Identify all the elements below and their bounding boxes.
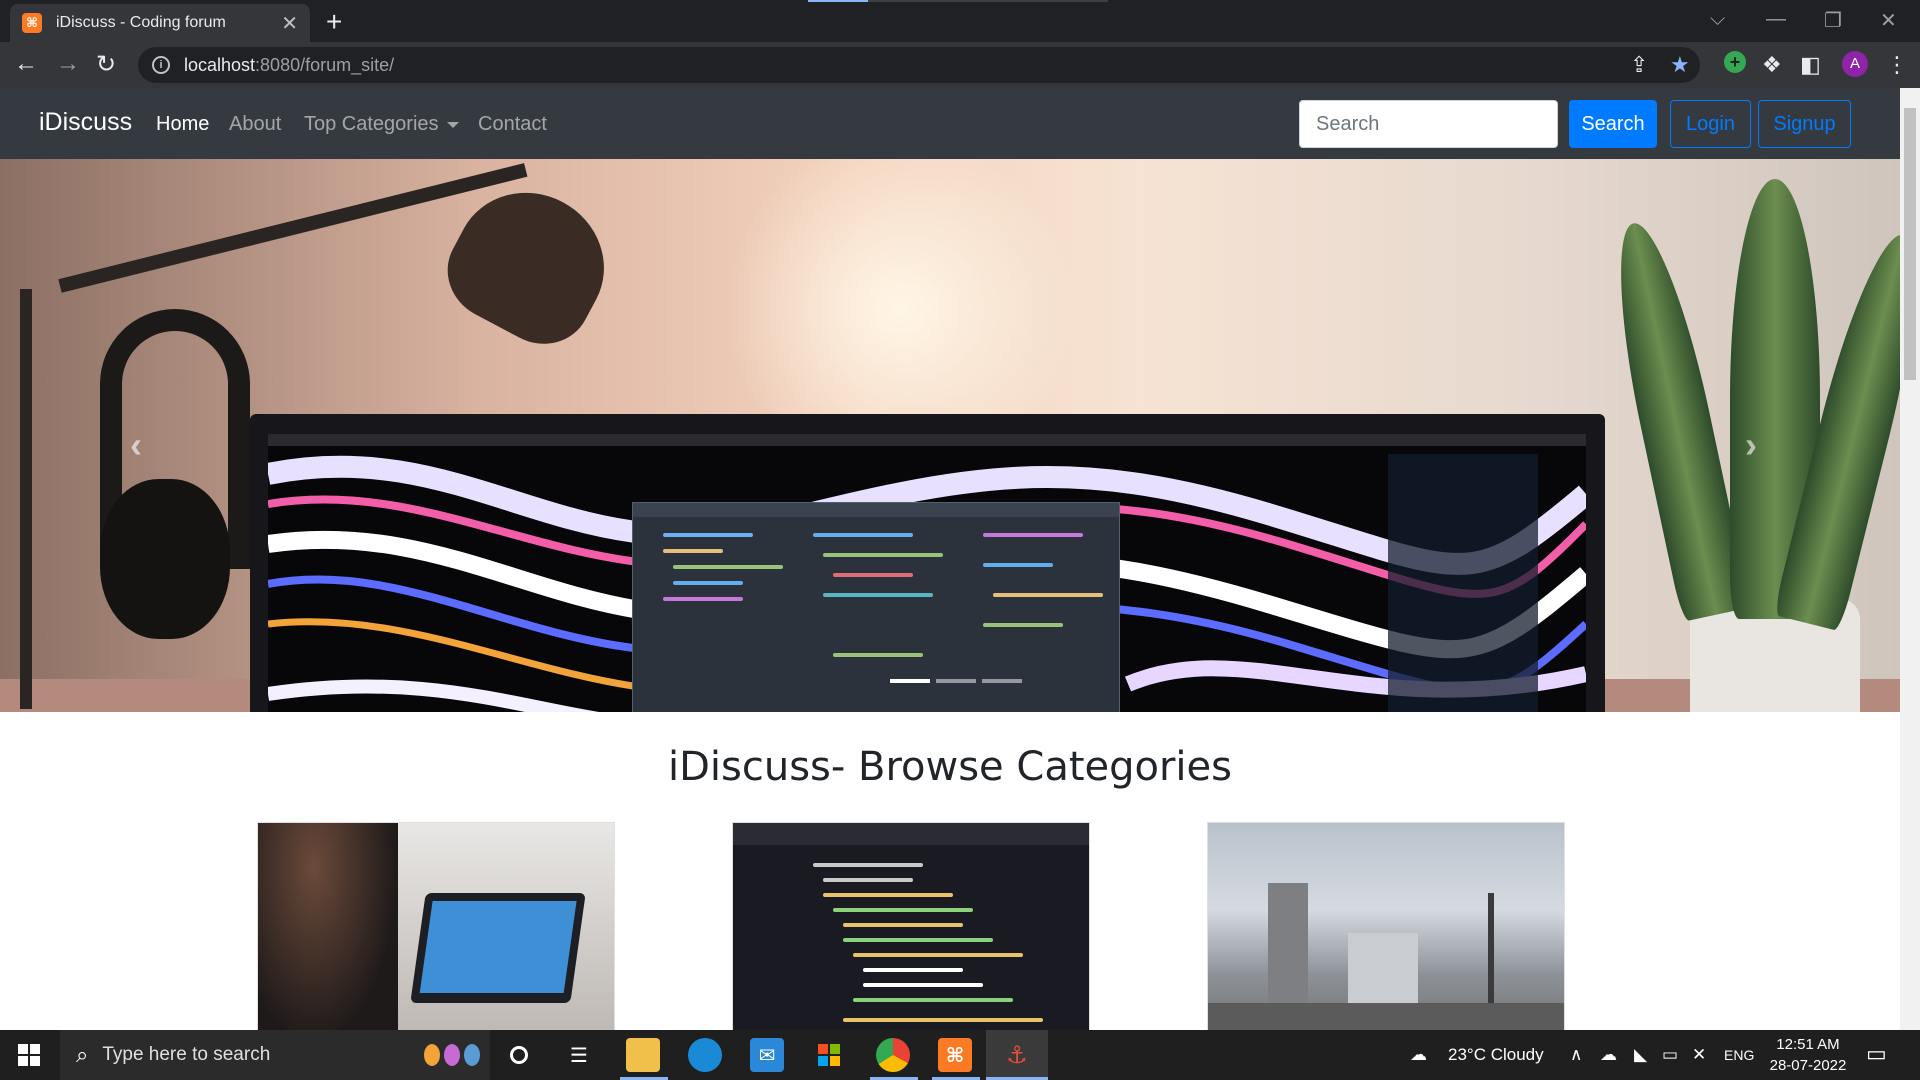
browser-tab-bar: ⌘ iDiscuss - Coding forum ✕ + ⌵ — ❐ ✕ xyxy=(0,0,1920,42)
nav-top-categories[interactable]: Top Categories xyxy=(304,113,459,136)
network-icon[interactable]: ◣ xyxy=(1634,1045,1647,1065)
carousel-indicator[interactable] xyxy=(982,679,1022,683)
weather-text[interactable]: 23°C Cloudy xyxy=(1448,1045,1544,1065)
volume-muted-icon[interactable]: ✕ xyxy=(1692,1045,1706,1065)
category-card[interactable] xyxy=(1207,822,1565,1030)
page-viewport: iDiscuss Home About Top Categories Conta… xyxy=(0,88,1900,1030)
editor-titlebar xyxy=(633,503,1119,517)
category-card-image xyxy=(258,823,614,1030)
weather-icon[interactable]: ☁ xyxy=(1410,1045,1427,1065)
nav-home[interactable]: Home xyxy=(156,113,209,136)
mail-icon[interactable]: ✉ xyxy=(750,1038,784,1072)
xampp-icon[interactable]: ⌘ xyxy=(938,1038,972,1072)
battery-icon[interactable]: ▭ xyxy=(1662,1045,1678,1065)
taskbar-search-placeholder: Type here to search xyxy=(102,1044,271,1065)
address-bar[interactable]: i localhost:8080/forum_site/ xyxy=(138,47,1700,83)
store-icon[interactable] xyxy=(812,1038,846,1072)
notification-panel xyxy=(1388,454,1538,712)
tab-title: iDiscuss - Coding forum xyxy=(56,14,226,31)
site-navbar: iDiscuss Home About Top Categories Conta… xyxy=(0,88,1900,159)
category-card-image xyxy=(733,823,1089,1030)
street xyxy=(1208,1003,1564,1030)
url-host: localhost xyxy=(184,54,256,75)
code-editor-window xyxy=(632,502,1120,712)
restore-button[interactable]: ❐ xyxy=(1824,8,1842,33)
new-tab-button[interactable]: + xyxy=(326,6,342,38)
bookmark-star-icon[interactable]: ★ xyxy=(1670,52,1690,78)
clock-date: 28-07-2022 xyxy=(1769,1057,1847,1074)
loading-track xyxy=(868,0,1108,2)
search-highlight-icon xyxy=(424,1044,480,1066)
mic-stand xyxy=(20,289,32,709)
browser-menu-icon[interactable]: ⋮ xyxy=(1886,52,1908,78)
minimize-button[interactable]: — xyxy=(1766,8,1786,31)
file-explorer-icon[interactable] xyxy=(626,1038,660,1072)
browser-tab[interactable]: ⌘ iDiscuss - Coding forum ✕ xyxy=(10,4,310,42)
filezilla-icon[interactable]: ⚓ xyxy=(1000,1038,1034,1072)
browser-toolbar: ← → ↻ i localhost:8080/forum_site/ ⇪ ★ +… xyxy=(0,42,1920,88)
login-button[interactable]: Login xyxy=(1670,100,1751,148)
carousel-next-icon[interactable]: › xyxy=(1745,424,1757,466)
carousel-indicators xyxy=(890,679,1022,683)
taskbar-search[interactable]: ⌕ Type here to search xyxy=(60,1030,490,1080)
person-figure xyxy=(258,823,398,1030)
cortana-icon[interactable] xyxy=(502,1038,536,1072)
share-icon[interactable]: ⇪ xyxy=(1630,52,1648,78)
desk-lamp-head xyxy=(430,166,630,362)
show-hidden-icons[interactable]: ∧ xyxy=(1570,1045,1582,1065)
headphone-earcup xyxy=(100,479,230,639)
xampp-icon: ⌘ xyxy=(22,13,42,33)
language-indicator[interactable]: ENG xyxy=(1724,1047,1754,1063)
windows-start-icon[interactable] xyxy=(18,1044,40,1066)
nav-top-categories-label: Top Categories xyxy=(304,113,439,135)
url-path: :8080/forum_site/ xyxy=(255,54,395,75)
hero-carousel: ‹ › xyxy=(0,159,1900,712)
editor-tabs xyxy=(733,823,1089,845)
categories-heading: iDiscuss- Browse Categories xyxy=(667,744,1232,790)
forward-icon[interactable]: → xyxy=(56,50,80,78)
dropdown-caret-icon xyxy=(446,121,459,128)
chrome-icon[interactable] xyxy=(876,1038,910,1072)
tab-search-icon[interactable]: ⌵ xyxy=(1710,8,1725,31)
edge-icon[interactable] xyxy=(688,1038,722,1072)
task-view-icon[interactable]: ☰ xyxy=(562,1038,596,1072)
system-clock[interactable]: 12:51 AM 28-07-2022 xyxy=(1763,1034,1853,1076)
scrollbar-thumb[interactable] xyxy=(1904,108,1916,380)
notification-center-icon[interactable]: ▭ xyxy=(1866,1041,1887,1067)
side-panel-icon[interactable]: ◧ xyxy=(1800,52,1821,78)
site-brand[interactable]: iDiscuss xyxy=(39,108,132,137)
carousel-prev-icon[interactable]: ‹ xyxy=(130,424,142,466)
signup-button[interactable]: Signup xyxy=(1758,100,1851,148)
category-card[interactable] xyxy=(257,822,615,1030)
profile-avatar[interactable]: A xyxy=(1842,51,1868,77)
clock-time: 12:51 AM xyxy=(1776,1036,1840,1053)
category-card[interactable] xyxy=(732,822,1090,1030)
extension-plus-icon[interactable]: + xyxy=(1724,51,1746,73)
close-tab-icon[interactable]: ✕ xyxy=(281,11,298,36)
back-icon[interactable]: ← xyxy=(14,50,38,78)
search-button[interactable]: Search xyxy=(1569,100,1657,148)
reload-icon[interactable]: ↻ xyxy=(96,50,116,79)
monitor xyxy=(250,414,1605,712)
search-icon: ⌕ xyxy=(76,1042,89,1067)
category-card-image xyxy=(1208,823,1564,1030)
site-info-icon[interactable]: i xyxy=(152,56,170,74)
search-input[interactable] xyxy=(1299,100,1558,148)
carousel-indicator[interactable] xyxy=(936,679,976,683)
page-scrollbar[interactable] xyxy=(1900,88,1920,1030)
loading-indicator xyxy=(808,0,868,2)
carousel-indicator[interactable] xyxy=(890,679,930,683)
nav-about[interactable]: About xyxy=(229,113,281,136)
extensions-puzzle-icon[interactable]: ❖ xyxy=(1762,52,1782,78)
menu-bar xyxy=(268,434,1586,446)
plant-leaf xyxy=(1599,216,1751,622)
nav-contact[interactable]: Contact xyxy=(478,113,547,136)
close-window-button[interactable]: ✕ xyxy=(1880,8,1897,33)
laptop xyxy=(410,893,586,1003)
onedrive-icon[interactable]: ☁ xyxy=(1600,1045,1617,1065)
laptop-screen xyxy=(419,901,577,993)
windows-taskbar: ⌕ Type here to search ☰ ✉ ⌘ ⚓ ☁ 23°C Clo… xyxy=(0,1030,1920,1080)
